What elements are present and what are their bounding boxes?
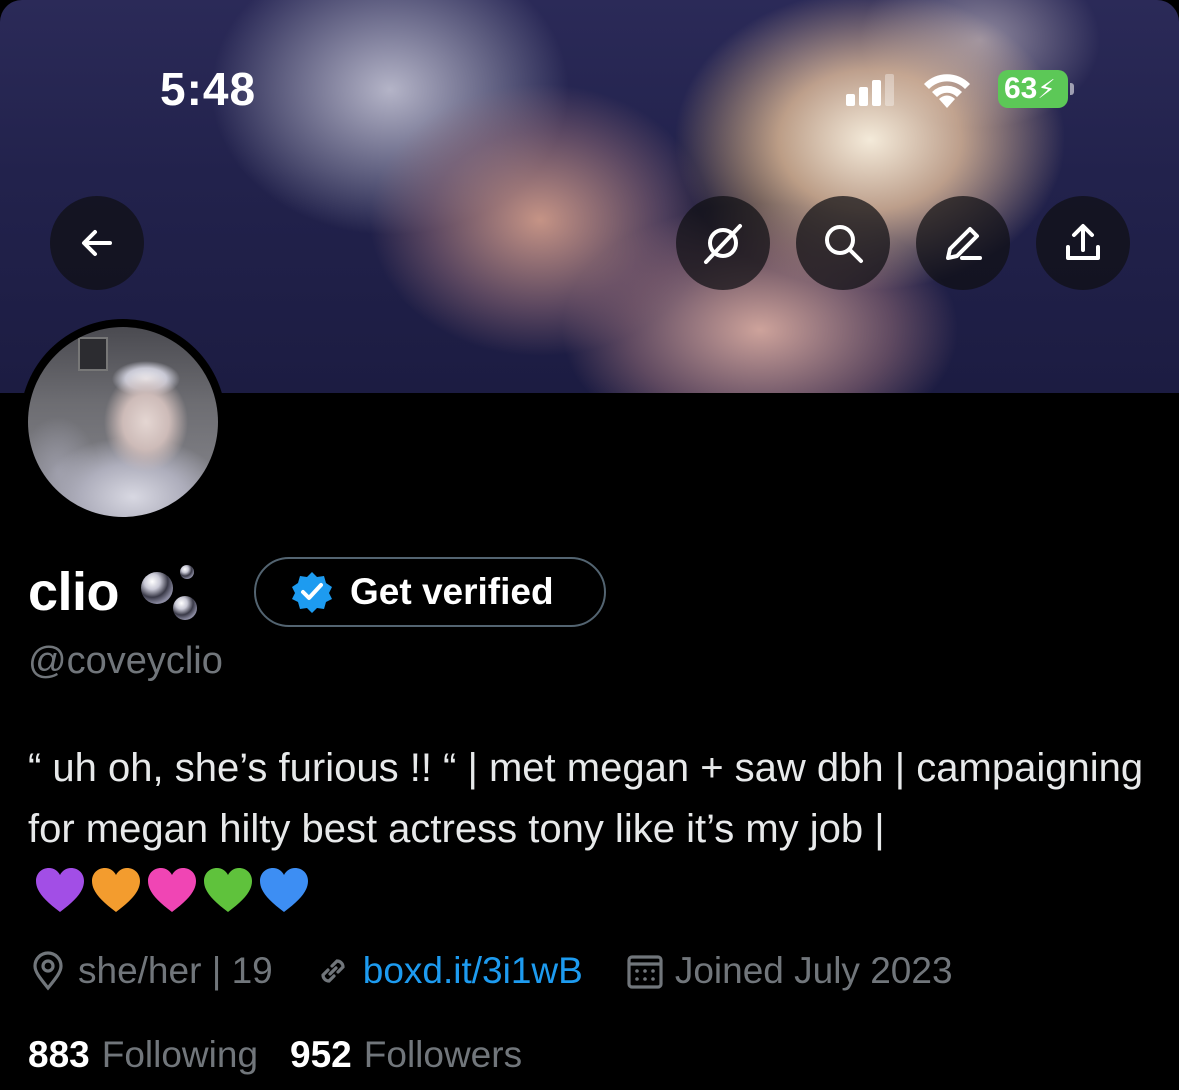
following-label: Following [101, 1034, 259, 1075]
followers-count: 952 [290, 1034, 352, 1075]
location-text: she/her | 19 [78, 950, 273, 991]
purple-heart-icon [36, 868, 84, 913]
followers-link[interactable]: 952 Followers [290, 1034, 522, 1076]
website-item[interactable]: boxd.it/3i1wB [313, 950, 583, 992]
bubbles-emoji-icon [141, 565, 198, 620]
share-button[interactable] [1036, 196, 1130, 290]
followers-label: Followers [363, 1034, 523, 1075]
blue-heart-icon [260, 868, 308, 913]
following-count: 883 [28, 1034, 90, 1075]
battery-level: 63 [1004, 72, 1038, 105]
signal-icon [846, 74, 894, 106]
grok-button[interactable] [676, 196, 770, 290]
battery-charging-icon: 63⚡ [998, 70, 1074, 108]
bio-hearts [34, 866, 314, 918]
search-button[interactable] [796, 196, 890, 290]
pink-heart-icon [148, 868, 196, 913]
display-name: clio [28, 562, 120, 622]
get-verified-label: Get verified [350, 571, 554, 612]
grok-icon [704, 224, 742, 264]
orange-heart-icon [92, 868, 140, 913]
location-pin-icon [33, 951, 63, 991]
charging-bolt-icon: ⚡ [1037, 74, 1056, 104]
avatar-image [28, 327, 218, 517]
follow-stats: 883 Following 952 Followers [28, 1028, 522, 1082]
back-button[interactable] [50, 196, 144, 290]
location-item: she/her | 19 [28, 950, 273, 992]
profile-screen: 5:48 63⚡ clio Get verified @coveyclio “ … [0, 0, 1179, 1090]
joined-item: Joined July 2023 [625, 950, 953, 992]
profile-handle: @coveyclio [28, 640, 223, 682]
avatar[interactable] [20, 319, 226, 525]
edit-button[interactable] [916, 196, 1010, 290]
wifi-icon [924, 74, 970, 108]
profile-bio: “ uh oh, she’s furious !! “ | met megan … [28, 738, 1148, 921]
bio-text: “ uh oh, she’s furious !! “ | met megan … [28, 746, 1144, 851]
link-icon [321, 959, 345, 983]
name-row: clio [28, 556, 205, 628]
profile-meta: she/her | 19 boxd.it/3i1wB Joined July 2… [28, 944, 953, 998]
back-arrow-icon [82, 230, 112, 256]
get-verified-button[interactable]: Get verified [254, 557, 606, 627]
status-time: 5:48 [160, 63, 257, 115]
green-heart-icon [204, 868, 252, 913]
calendar-icon [627, 955, 663, 989]
joined-text: Joined July 2023 [674, 950, 953, 991]
search-icon [825, 225, 863, 263]
verified-badge-icon [292, 572, 332, 613]
edit-icon [946, 227, 982, 260]
following-link[interactable]: 883 Following [28, 1034, 258, 1076]
share-icon [1066, 224, 1100, 260]
website-link[interactable]: boxd.it/3i1wB [363, 950, 583, 992]
